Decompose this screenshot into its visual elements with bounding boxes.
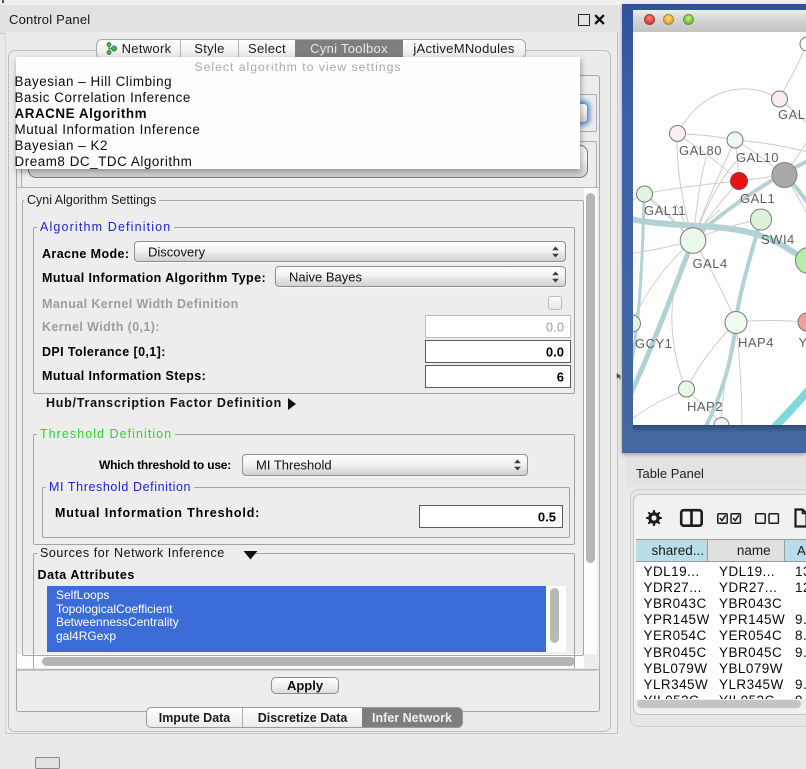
svg-text:GAL80: GAL80 bbox=[679, 143, 722, 158]
svg-text:Y: Y bbox=[799, 335, 806, 350]
svg-text:HAP2: HAP2 bbox=[687, 399, 723, 414]
svg-text:SWI4: SWI4 bbox=[761, 232, 795, 247]
svg-text:GAL10: GAL10 bbox=[736, 150, 779, 165]
svg-text:GCY1: GCY1 bbox=[635, 336, 672, 351]
svg-text:GAL2: GAL2 bbox=[778, 107, 806, 122]
svg-text:HAP4: HAP4 bbox=[738, 335, 774, 350]
svg-text:GAL1: GAL1 bbox=[740, 191, 775, 206]
svg-text:GAL4: GAL4 bbox=[693, 256, 728, 271]
svg-text:GAL11: GAL11 bbox=[644, 203, 686, 218]
